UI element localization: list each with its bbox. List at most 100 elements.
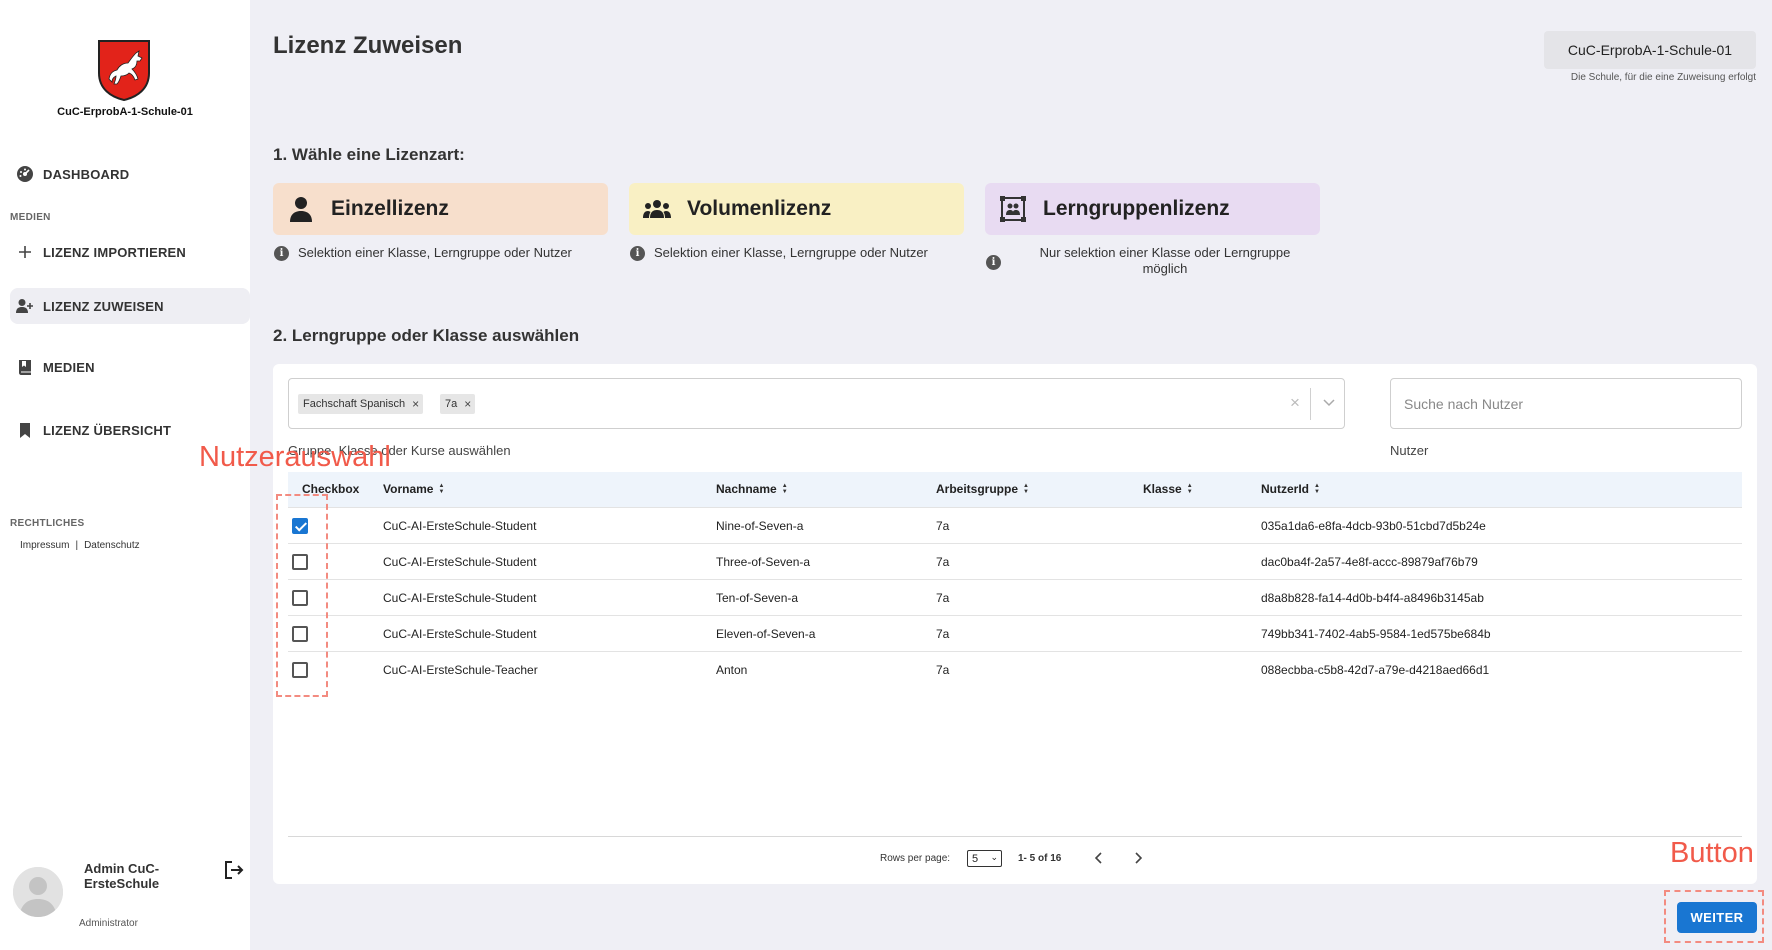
legal-links: Impressum | Datenschutz bbox=[20, 540, 140, 551]
legal-separator: | bbox=[75, 540, 79, 551]
sidebar: CuC-ErprobA-1-Schule-01 DASHBOARD MEDIEN… bbox=[0, 0, 250, 950]
license-card-einzellizenz[interactable]: Einzellizenz bbox=[273, 183, 608, 235]
rows-per-page-select[interactable]: 5 ⌄ bbox=[967, 850, 1002, 867]
nav-item-lizenz-zuweisen[interactable]: LIZENZ ZUWEISEN bbox=[10, 288, 250, 324]
cell-nachname: Eleven-of-Seven-a bbox=[716, 627, 816, 641]
sort-icon: ▲ ▼ bbox=[1186, 483, 1193, 495]
column-header-label: Nachname bbox=[716, 482, 777, 496]
cell-arbeitsgruppe: 7a bbox=[936, 627, 950, 641]
annotation-label-button: Button bbox=[1670, 837, 1754, 869]
selected-chip: Fachschaft Spanisch × bbox=[298, 394, 424, 414]
annotation-box-button bbox=[1664, 890, 1764, 943]
info-icon: i bbox=[274, 246, 289, 261]
column-header-nachname[interactable]: Nachname ▲ ▼ bbox=[716, 482, 788, 496]
book-icon bbox=[15, 357, 35, 377]
cell-vorname: CuC-AI-ErsteSchule-Teacher bbox=[383, 663, 538, 677]
sidebar-school-name: CuC-ErprobA-1-Schule-01 bbox=[57, 106, 193, 118]
person-icon bbox=[287, 195, 315, 223]
column-header-nutzerid[interactable]: NutzerId ▲ ▼ bbox=[1261, 482, 1320, 496]
cell-nachname: Three-of-Seven-a bbox=[716, 555, 811, 569]
selected-chip: 7a × bbox=[440, 394, 476, 414]
school-selector[interactable]: CuC-ErprobA-1-Schule-01 bbox=[1544, 31, 1756, 69]
clear-selection-icon[interactable]: × bbox=[1284, 392, 1306, 414]
selection-panel bbox=[273, 364, 1757, 884]
cell-nutzerid: 749bb341-7402-4ab5-9584-1ed575be684b bbox=[1261, 627, 1491, 641]
table-footer-divider bbox=[288, 836, 1742, 837]
cell-nachname: Anton bbox=[716, 663, 748, 677]
table-row-divider bbox=[288, 543, 1742, 544]
table-row-divider bbox=[288, 651, 1742, 652]
rows-per-page-value: 5 bbox=[972, 852, 979, 865]
previous-page-icon[interactable] bbox=[1089, 848, 1109, 868]
cell-vorname: CuC-AI-ErsteSchule-Student bbox=[383, 627, 537, 641]
license-card-volumenlizenz[interactable]: Volumenlizenz bbox=[629, 183, 964, 235]
cell-vorname: CuC-AI-ErsteSchule-Student bbox=[383, 555, 537, 569]
nav-item-lizenz-importieren[interactable]: LIZENZ IMPORTIEREN bbox=[10, 234, 250, 270]
next-page-icon[interactable] bbox=[1128, 848, 1148, 868]
license-card-label: Einzellizenz bbox=[331, 197, 449, 220]
add-person-icon bbox=[15, 296, 35, 316]
nav-item-medien[interactable]: MEDIEN bbox=[10, 349, 250, 385]
rows-per-page-label: Rows per page: bbox=[880, 853, 951, 864]
cell-vorname: CuC-AI-ErsteSchule-Student bbox=[383, 591, 537, 605]
plus-icon bbox=[15, 242, 35, 262]
column-header-vorname[interactable]: Vorname ▲ ▼ bbox=[383, 482, 444, 496]
impressum-link[interactable]: Impressum bbox=[20, 540, 69, 551]
user-avatar bbox=[13, 867, 63, 917]
table-row-divider bbox=[288, 507, 1742, 508]
info-icon: i bbox=[986, 255, 1001, 270]
step1-title: 1. Wähle eine Lizenzart: bbox=[273, 145, 465, 164]
chevron-down-icon: ⌄ bbox=[990, 852, 998, 862]
learning-group-icon bbox=[999, 195, 1027, 223]
user-search-label: Nutzer bbox=[1390, 443, 1429, 458]
page-title: Lizenz Zuweisen bbox=[273, 32, 463, 59]
annotation-label-user-selection: Nutzerauswahl bbox=[199, 441, 391, 473]
nav-label-lizenz-zuweisen: LIZENZ ZUWEISEN bbox=[43, 298, 164, 314]
logout-icon[interactable] bbox=[223, 859, 247, 883]
user-role: Administrator bbox=[79, 918, 138, 929]
license-card-lerngruppenlizenz[interactable]: Lerngruppenlizenz bbox=[985, 183, 1320, 235]
school-selector-hint: Die Schule, für die eine Zuweisung erfol… bbox=[1570, 72, 1756, 83]
cell-nutzerid: d8a8b828-fa14-4d0b-b4f4-a8496b3145ab bbox=[1261, 591, 1484, 605]
cell-nachname: Nine-of-Seven-a bbox=[716, 519, 804, 533]
license-card-label: Lerngruppenlizenz bbox=[1043, 197, 1230, 220]
sort-icon: ▲ ▼ bbox=[438, 483, 445, 495]
chip-label: 7a bbox=[445, 398, 458, 410]
chip-remove-icon[interactable]: × bbox=[464, 397, 471, 411]
sort-icon: ▲ ▼ bbox=[1314, 483, 1320, 495]
sort-icon: ▲ ▼ bbox=[781, 483, 788, 495]
cell-arbeitsgruppe: 7a bbox=[936, 591, 950, 605]
datenschutz-link[interactable]: Datenschutz bbox=[84, 540, 140, 551]
group-icon bbox=[643, 195, 671, 223]
column-header-label: Klasse bbox=[1143, 482, 1182, 496]
user-search-input[interactable] bbox=[1390, 378, 1742, 429]
nav-label-medien: MEDIEN bbox=[43, 359, 95, 375]
pagination-range: 1- 5 of 16 bbox=[1018, 853, 1062, 864]
cell-arbeitsgruppe: 7a bbox=[936, 663, 950, 677]
column-header-arbeitsgruppe[interactable]: Arbeitsgruppe ▲ ▼ bbox=[936, 482, 1029, 496]
step2-title: 2. Lerngruppe oder Klasse auswählen bbox=[273, 326, 580, 345]
annotation-box-user-selection bbox=[276, 494, 328, 697]
nav-label-dashboard: DASHBOARD bbox=[43, 166, 130, 182]
cell-nutzerid: 088ecbba-c5b8-42d7-a79e-d4218aed66d1 bbox=[1261, 663, 1490, 677]
license-description-einzellizenz: Selektion einer Klasse, Lerngruppe oder … bbox=[298, 245, 572, 260]
column-header-label: Arbeitsgruppe bbox=[936, 482, 1019, 496]
chevron-down-icon[interactable] bbox=[1318, 392, 1340, 414]
cell-vorname: CuC-AI-ErsteSchule-Student bbox=[383, 519, 537, 533]
nav-item-dashboard[interactable]: DASHBOARD bbox=[10, 156, 250, 192]
chip-label: Fachschaft Spanisch bbox=[303, 398, 406, 410]
school-coat-of-arms-logo bbox=[97, 39, 151, 102]
cell-nutzerid: 035a1da6-e8fa-4dcb-93b0-51cbd7d5b24e bbox=[1261, 519, 1486, 533]
cell-arbeitsgruppe: 7a bbox=[936, 519, 950, 533]
select-divider bbox=[1310, 388, 1311, 420]
nav-section-rechtliches: RECHTLICHES bbox=[10, 518, 85, 529]
nav-label-lizenz-importieren: LIZENZ IMPORTIEREN bbox=[43, 244, 186, 260]
user-name: Admin CuC-ErsteSchule bbox=[84, 861, 160, 891]
group-multiselect[interactable]: Fachschaft Spanisch × 7a × bbox=[288, 378, 1345, 429]
chip-remove-icon[interactable]: × bbox=[412, 397, 419, 411]
license-description-lerngruppenlizenz: Nur selektion einer Klasse oder Lerngrup… bbox=[1010, 245, 1320, 277]
info-icon: i bbox=[630, 246, 645, 261]
column-header-label: Vorname bbox=[383, 482, 434, 496]
nav-section-medien: MEDIEN bbox=[10, 212, 51, 223]
column-header-klasse[interactable]: Klasse ▲ ▼ bbox=[1143, 482, 1193, 496]
